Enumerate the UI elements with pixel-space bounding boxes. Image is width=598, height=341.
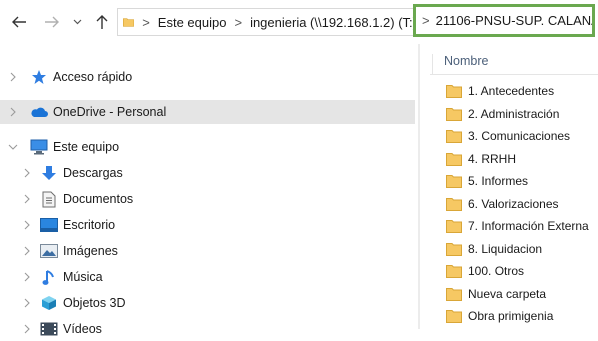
nav-item-label: Música <box>63 270 103 284</box>
list-item[interactable]: 6. Valorizaciones <box>446 194 559 214</box>
nav-item-label: OneDrive - Personal <box>53 105 167 119</box>
chevron-right-icon[interactable] <box>22 246 32 256</box>
up-arrow-icon <box>96 15 108 29</box>
list-item-label: 3. Comunicaciones <box>468 129 571 143</box>
nav-item-onedrive[interactable]: OneDrive - Personal <box>0 100 415 124</box>
up-button[interactable] <box>93 12 111 32</box>
file-list: Nombre 1. Antecedentes 2. Administración… <box>430 44 598 329</box>
list-item-label: 8. Liquidacion <box>468 242 543 256</box>
current-folder-crumb-highlight[interactable]: > 21106-PNSU-SUP. CALANA <box>413 4 595 37</box>
list-item[interactable]: 8. Liquidacion <box>446 239 542 259</box>
chevron-down-icon <box>73 19 81 25</box>
folder-icon <box>446 265 462 278</box>
list-item-label: Obra primigenia <box>468 309 554 323</box>
list-item-label: 7. Información Externa <box>468 219 589 233</box>
chevron-right-icon[interactable] <box>22 324 32 334</box>
breadcrumb-separator: > <box>142 14 150 30</box>
nav-item-este-equipo[interactable]: Este equipo <box>30 135 119 159</box>
chevron-down-icon[interactable] <box>8 142 18 152</box>
breadcrumb-current-folder[interactable]: 21106-PNSU-SUP. CALANA <box>436 13 592 28</box>
list-item[interactable]: Obra primigenia <box>446 306 553 326</box>
nav-item-imagenes[interactable]: Imágenes <box>40 239 118 263</box>
nav-item-label: Documentos <box>63 192 134 206</box>
folder-icon <box>446 310 462 323</box>
nav-item-label: Imágenes <box>63 244 118 258</box>
nav-item-label: Objetos 3D <box>63 296 126 310</box>
back-arrow-icon <box>12 16 26 28</box>
nav-item-descargas[interactable]: Descargas <box>40 161 123 185</box>
list-item-label: 6. Valorizaciones <box>468 197 559 211</box>
list-item[interactable]: 7. Información Externa <box>446 216 589 236</box>
folder-icon <box>446 198 462 211</box>
folder-icon <box>446 153 462 166</box>
nav-item-acceso-rapido[interactable]: Acceso rápido <box>30 65 132 89</box>
pane-divider[interactable] <box>418 44 420 329</box>
nav-item-label: Vídeos <box>63 322 102 336</box>
computer-icon <box>30 138 48 156</box>
address-box[interactable]: > Este equipo > ingenieria (\\192.168.1.… <box>117 8 417 36</box>
list-item[interactable]: 1. Antecedentes <box>446 81 554 101</box>
nav-item-musica[interactable]: Música <box>40 265 103 289</box>
chevron-right-icon[interactable] <box>22 298 32 308</box>
document-icon <box>40 190 58 208</box>
list-item-label: 4. RRHH <box>468 152 517 166</box>
folder-icon <box>446 108 462 121</box>
list-item-label: 2. Administración <box>468 107 560 121</box>
breadcrumb-separator: > <box>422 13 430 28</box>
forward-button[interactable] <box>43 12 61 32</box>
navigation-pane: Acceso rápido OneDrive - Personal Este e… <box>0 44 415 336</box>
list-item-label: 100. Otros <box>468 264 525 278</box>
nav-item-documentos[interactable]: Documentos <box>40 187 133 211</box>
music-icon <box>40 268 58 286</box>
pictures-icon <box>40 242 58 260</box>
chevron-right-icon[interactable] <box>22 168 32 178</box>
chevron-right-icon[interactable] <box>22 220 32 230</box>
download-icon <box>40 164 58 182</box>
list-item-label: Nueva carpeta <box>468 287 547 301</box>
folder-icon <box>123 18 135 27</box>
desktop-icon <box>40 216 58 234</box>
address-bar-row: > Este equipo > ingenieria (\\192.168.1.… <box>0 0 598 44</box>
chevron-right-icon[interactable] <box>22 194 32 204</box>
folder-icon <box>446 175 462 188</box>
folder-icon <box>446 130 462 143</box>
column-divider <box>432 54 433 74</box>
breadcrumb-este-equipo[interactable]: Este equipo <box>158 15 227 30</box>
list-item-label: 1. Antecedentes <box>468 84 555 98</box>
list-item[interactable]: 5. Informes <box>446 171 528 191</box>
list-item[interactable]: 4. RRHH <box>446 149 516 169</box>
list-item-label: 5. Informes <box>468 174 529 188</box>
list-item[interactable]: 100. Otros <box>446 261 524 281</box>
breadcrumb-separator: > <box>234 14 243 30</box>
3d-objects-icon <box>40 294 58 312</box>
breadcrumb-drive[interactable]: ingenieria (\\192.168.1.2) (T:) <box>250 15 417 30</box>
cloud-icon <box>30 103 48 121</box>
list-item[interactable]: 3. Comunicaciones <box>446 126 570 146</box>
nav-item-videos[interactable]: Vídeos <box>40 317 102 341</box>
column-header-nombre[interactable]: Nombre <box>444 54 488 68</box>
recent-locations-button[interactable] <box>71 12 83 32</box>
videos-icon <box>40 320 58 338</box>
header-divider <box>430 74 598 75</box>
nav-item-label: Descargas <box>63 166 123 180</box>
nav-item-escritorio[interactable]: Escritorio <box>40 213 115 237</box>
chevron-right-icon[interactable] <box>22 272 32 282</box>
nav-item-label: Acceso rápido <box>53 70 133 84</box>
list-item[interactable]: 2. Administración <box>446 104 559 124</box>
forward-arrow-icon <box>45 16 59 28</box>
chevron-right-icon[interactable] <box>8 72 18 82</box>
nav-item-label: Escritorio <box>63 218 116 232</box>
nav-item-objetos-3d[interactable]: Objetos 3D <box>40 291 126 315</box>
folder-icon <box>446 243 462 256</box>
list-item[interactable]: Nueva carpeta <box>446 284 546 304</box>
nav-item-label: Este equipo <box>53 140 120 154</box>
back-button[interactable] <box>10 12 28 32</box>
folder-icon <box>446 85 462 98</box>
folder-icon <box>446 288 462 301</box>
chevron-right-icon[interactable] <box>8 107 18 117</box>
folder-icon <box>446 220 462 233</box>
star-icon <box>30 68 48 86</box>
